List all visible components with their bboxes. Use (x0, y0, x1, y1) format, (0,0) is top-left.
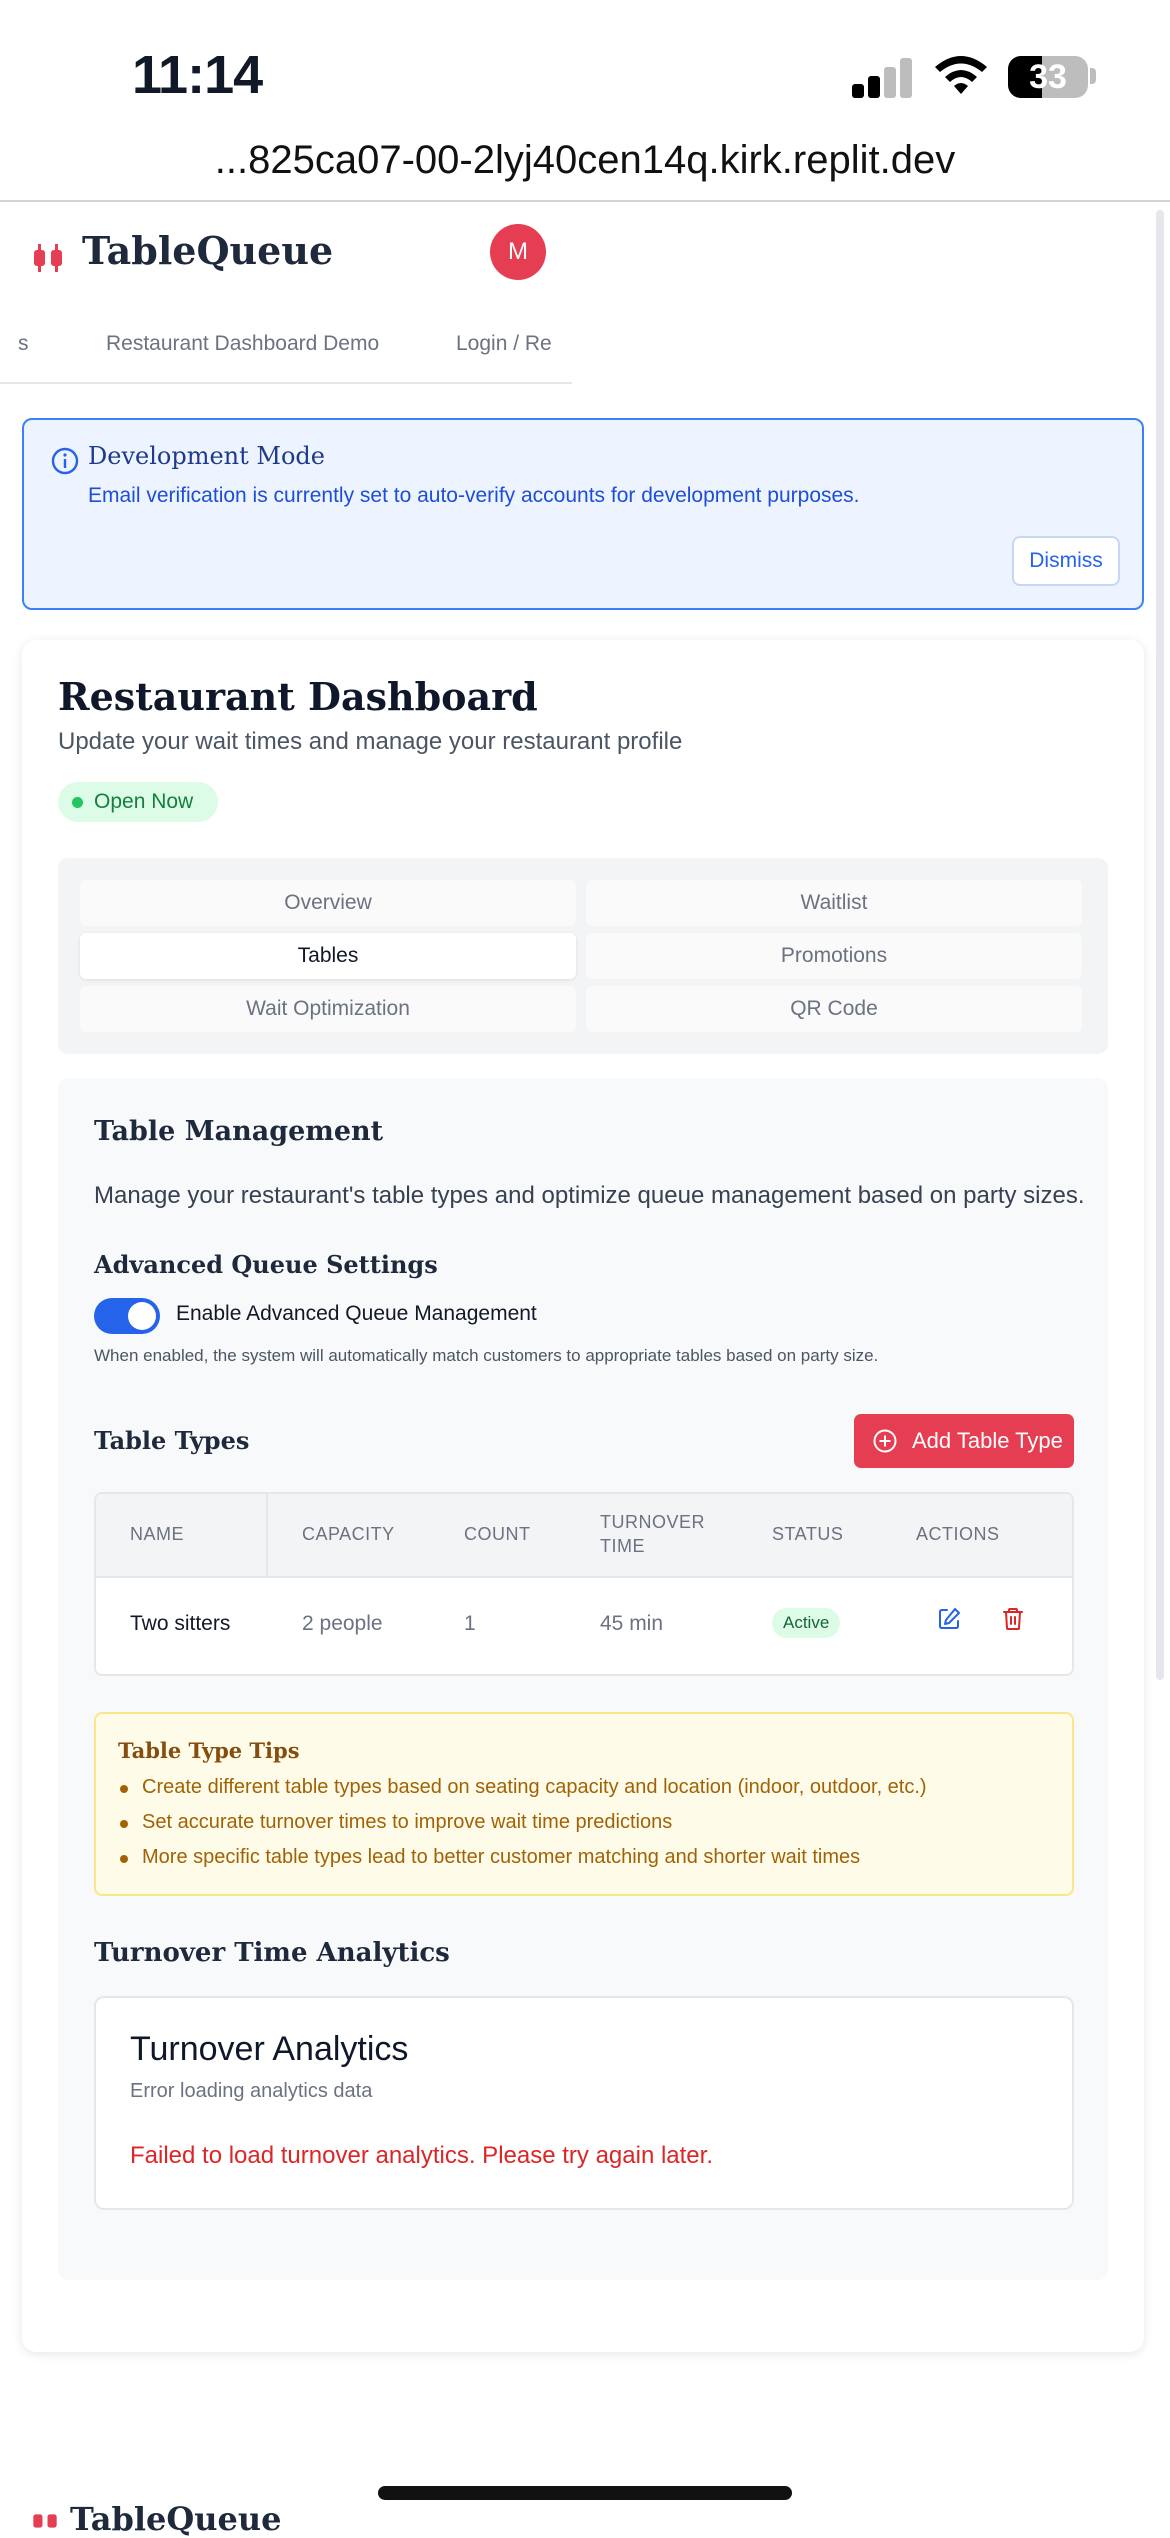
logo-icon (34, 244, 62, 272)
nav-item-truncated[interactable]: s (18, 332, 29, 356)
battery-tip (1090, 68, 1096, 84)
plus-circle-icon (873, 1429, 897, 1453)
address-bar[interactable]: ...825ca07-00-2lyj40cen14q.kirk.replit.d… (0, 130, 1170, 202)
table-management-section: Table Management Manage your restaurant'… (58, 1078, 1108, 2280)
tips-title: Table Type Tips (118, 1738, 300, 1763)
dashboard-tabs: Overview Waitlist Tables Promotions Wait… (58, 858, 1108, 1054)
battery-level: 33 (1029, 58, 1067, 96)
status-badge-label: Open Now (94, 790, 194, 813)
app-header: TableQueue M s Restaurant Dashboard Demo… (0, 202, 572, 384)
cell-name: Two sitters (130, 1612, 231, 1635)
analytics-card-subtitle: Error loading analytics data (130, 2080, 373, 2102)
wifi-icon (935, 56, 987, 94)
tab-wait-optimization[interactable]: Wait Optimization (80, 986, 576, 1032)
tab-waitlist[interactable]: Waitlist (586, 880, 1082, 926)
analytics-error-message: Failed to load turnover analytics. Pleas… (130, 2142, 713, 2169)
clock: 11:14 (132, 45, 263, 105)
tab-promotions[interactable]: Promotions (586, 933, 1082, 979)
col-name: NAME (130, 1524, 185, 1544)
footer-app-name: TableQueue (70, 2500, 282, 2538)
tip-text: Set accurate turnover times to improve w… (142, 1811, 673, 1833)
nav-item-restaurant-dashboard-demo[interactable]: Restaurant Dashboard Demo (106, 332, 379, 356)
col-status: STATUS (772, 1524, 844, 1544)
table-types-table: NAME CAPACITY COUNT TURNOVER TIME STATUS… (94, 1492, 1074, 1676)
advanced-queue-toggle-label[interactable]: Enable Advanced Queue Management (176, 1302, 537, 1326)
development-mode-banner: Development Mode Email verification is c… (22, 418, 1144, 610)
table-type-tips: Table Type Tips Create different table t… (94, 1712, 1074, 1896)
dev-banner-title: Development Mode (88, 442, 325, 470)
page-title: Restaurant Dashboard (58, 674, 538, 719)
signal-icon (852, 58, 914, 98)
col-turnover-time: TIME (600, 1536, 645, 1556)
dashboard-card: Restaurant Dashboard Update your wait ti… (22, 640, 1144, 2352)
table-types-title: Table Types (94, 1426, 250, 1455)
page-subtitle: Update your wait times and manage your r… (58, 728, 683, 755)
tab-qr-code[interactable]: QR Code (586, 986, 1082, 1032)
col-actions: ACTIONS (916, 1524, 1000, 1544)
tip-item: More specific table types lead to better… (120, 1846, 861, 1869)
cell-count: 1 (464, 1612, 476, 1635)
scrollbar[interactable] (1156, 210, 1164, 1680)
edit-icon[interactable] (936, 1606, 962, 1632)
trash-icon[interactable] (1000, 1606, 1026, 1632)
info-icon (51, 447, 79, 475)
dev-banner-text: Email verification is currently set to a… (88, 484, 860, 507)
battery-icon: 33 (1008, 56, 1088, 98)
advanced-settings-title: Advanced Queue Settings (94, 1250, 438, 1279)
cell-turnover: 45 min (600, 1612, 664, 1635)
turnover-analytics-card: Turnover Analytics Error loading analyti… (94, 1996, 1074, 2210)
table-header: NAME CAPACITY COUNT TURNOVER TIME STATUS… (96, 1494, 1072, 1578)
tip-item: Set accurate turnover times to improve w… (120, 1811, 673, 1834)
col-turnover: TURNOVER (600, 1512, 706, 1532)
app-logo-text[interactable]: TableQueue (82, 228, 333, 273)
status-dot-icon (72, 797, 83, 808)
advanced-queue-help-text: When enabled, the system will automatica… (94, 1346, 879, 1365)
home-indicator[interactable] (378, 2486, 792, 2500)
status-badge-active: Active (772, 1608, 841, 1638)
advanced-queue-toggle[interactable] (94, 1298, 160, 1334)
status-bar: 11:14 33 (0, 0, 1170, 130)
col-count: COUNT (464, 1524, 531, 1544)
tip-text: More specific table types lead to better… (142, 1846, 861, 1868)
cell-capacity: 2 people (302, 1612, 383, 1635)
analytics-card-title: Turnover Analytics (130, 2030, 409, 2068)
add-table-type-label: Add Table Type (912, 1428, 1063, 1453)
tab-tables[interactable]: Tables (80, 933, 576, 979)
user-avatar[interactable]: M (490, 224, 546, 280)
tip-text: Create different table types based on se… (142, 1776, 927, 1798)
turnover-analytics-title: Turnover Time Analytics (94, 1938, 450, 1968)
tab-overview[interactable]: Overview (80, 880, 576, 926)
add-table-type-button[interactable]: Add Table Type (854, 1414, 1074, 1468)
nav-item-login[interactable]: Login / Re (456, 332, 552, 356)
table-management-description: Manage your restaurant's table types and… (94, 1182, 1085, 1209)
tip-item: Create different table types based on se… (120, 1776, 927, 1799)
col-capacity: CAPACITY (302, 1524, 395, 1544)
table-management-title: Table Management (94, 1116, 384, 1147)
dismiss-button[interactable]: Dismiss (1012, 536, 1120, 586)
status-badge: Open Now (58, 782, 218, 822)
